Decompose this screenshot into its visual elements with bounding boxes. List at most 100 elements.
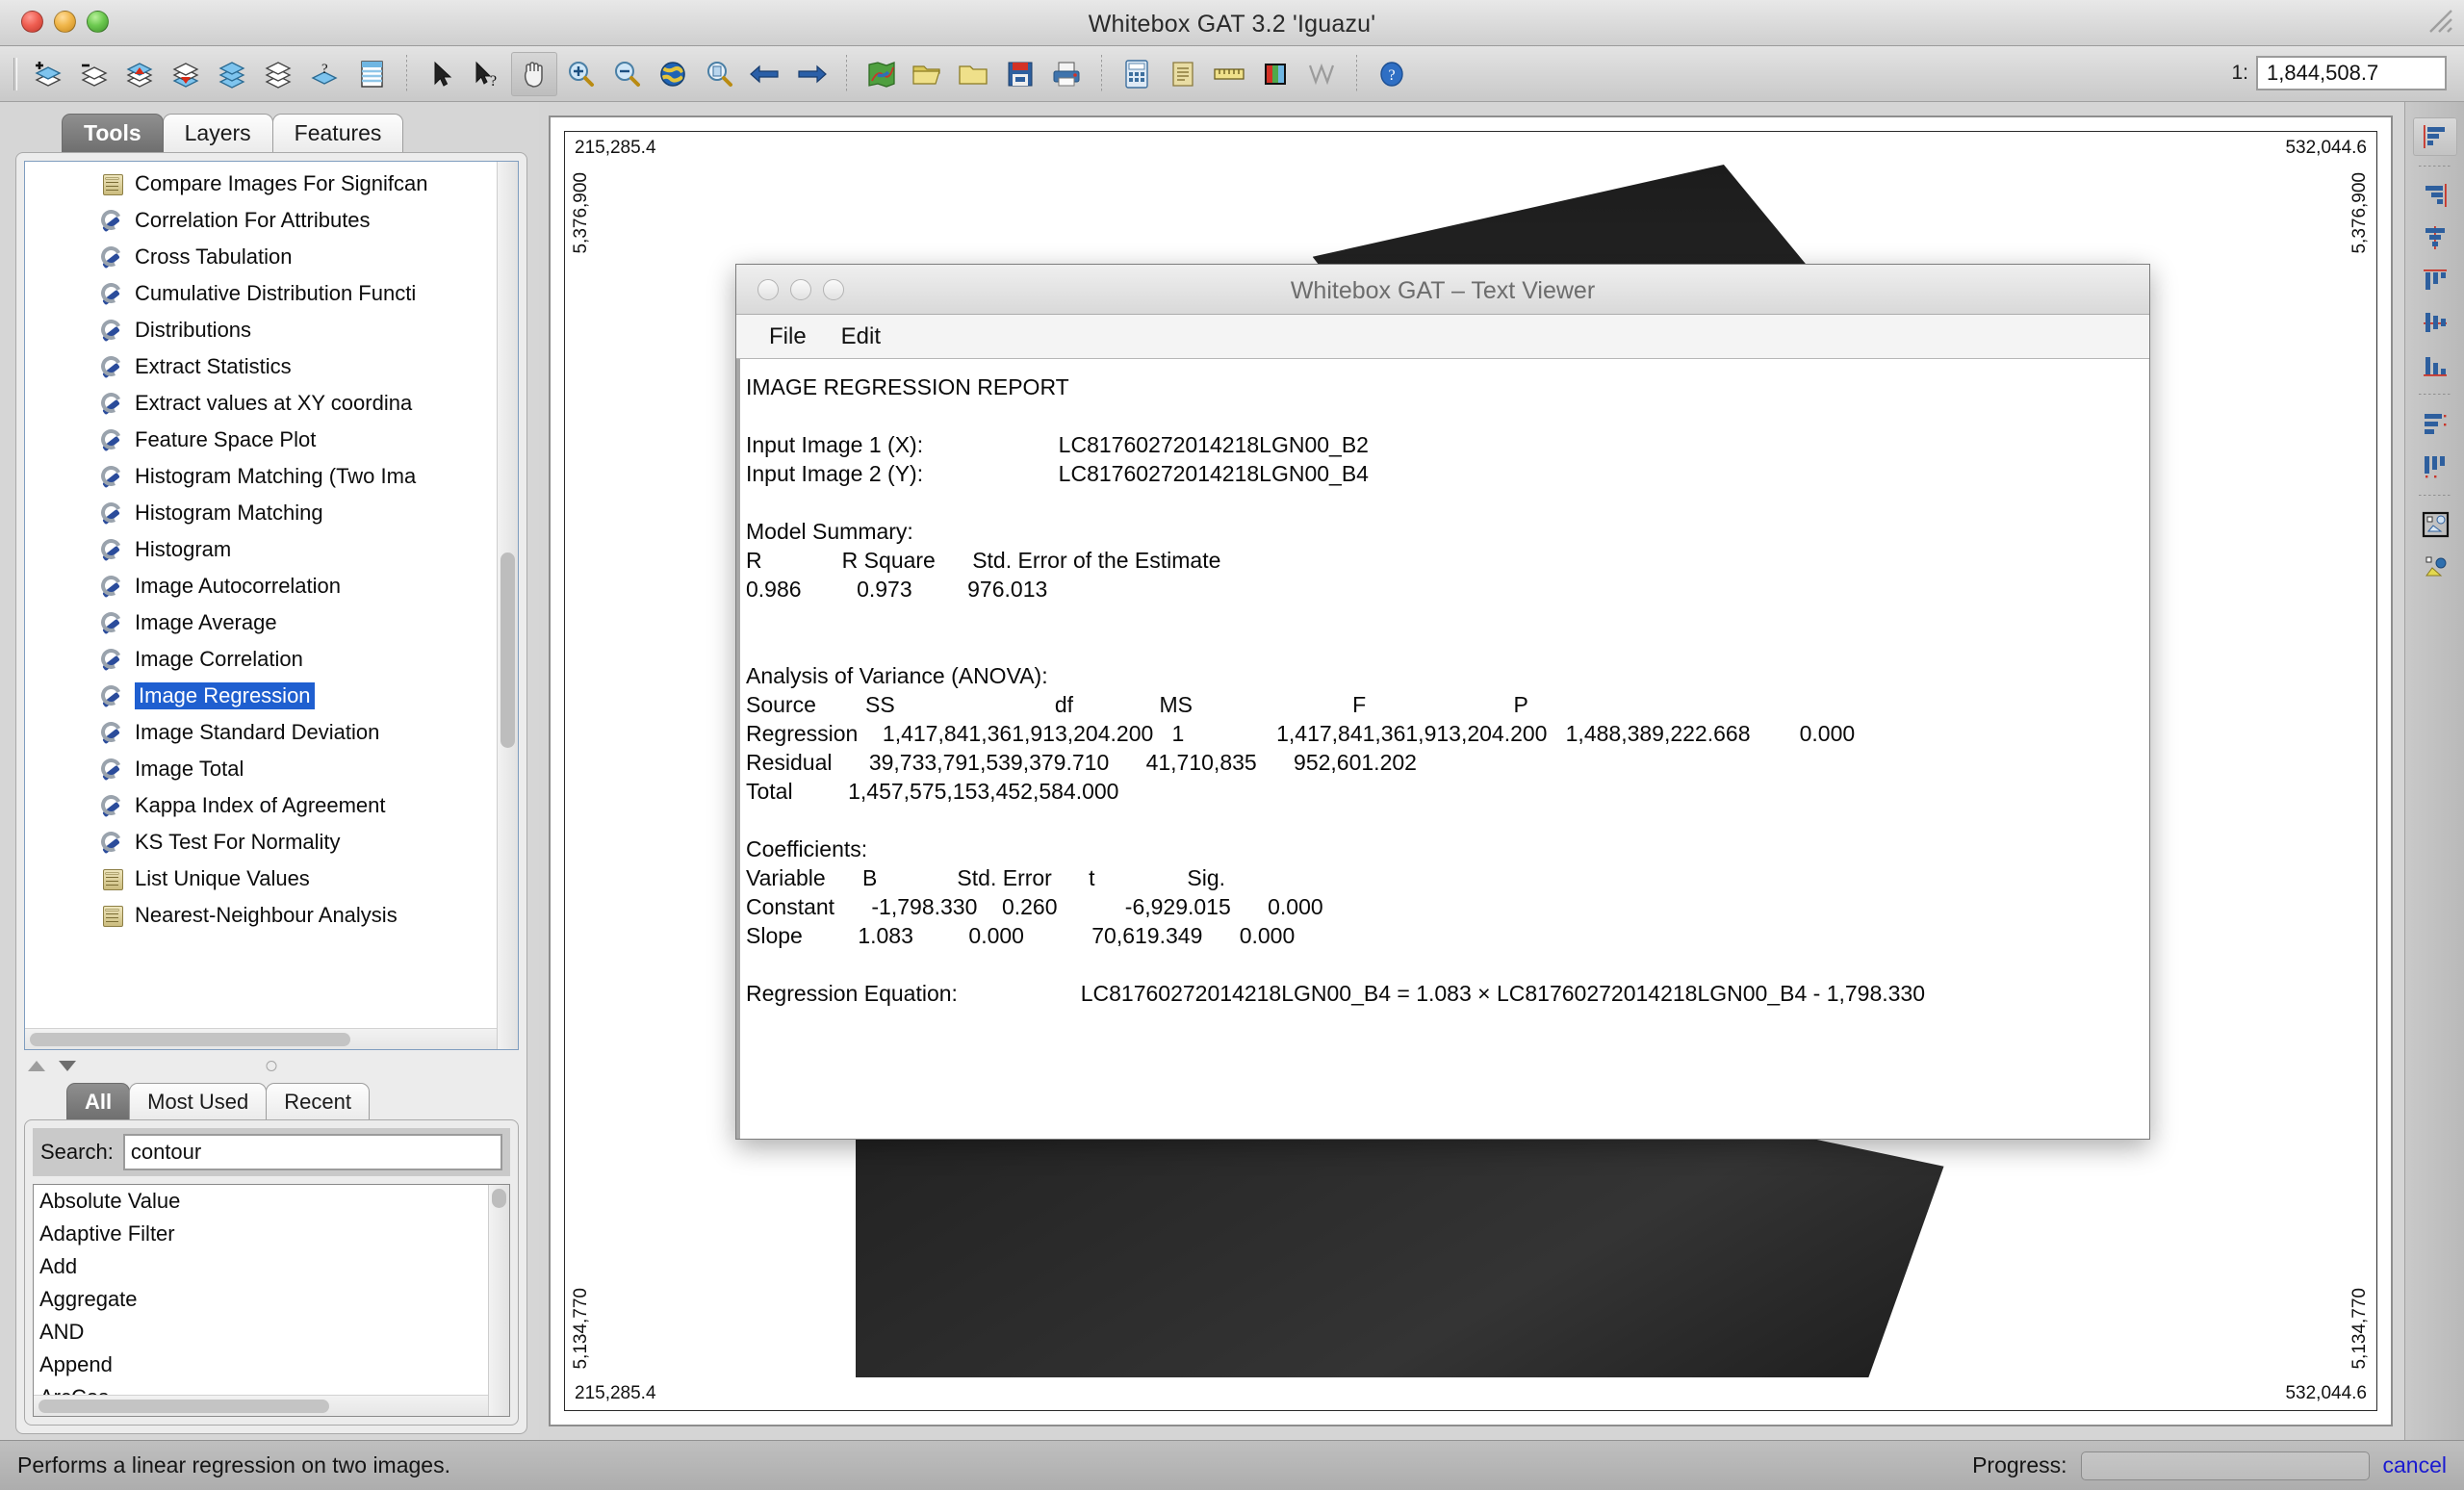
list-item[interactable]: List Unique Values bbox=[25, 861, 518, 897]
list-item[interactable]: Image Standard Deviation bbox=[25, 714, 518, 751]
align-center-horizontal-icon[interactable] bbox=[2413, 218, 2457, 257]
layer-properties-icon[interactable]: ? bbox=[302, 52, 348, 96]
measure-ruler-icon[interactable] bbox=[1206, 52, 1252, 96]
tool-list-vertical-scrollbar[interactable] bbox=[497, 162, 518, 1049]
toolbar-separator bbox=[1356, 54, 1357, 93]
folder-icon[interactable] bbox=[951, 52, 997, 96]
distribute-vertically-icon[interactable] bbox=[2413, 404, 2457, 443]
list-item[interactable]: Add bbox=[34, 1250, 509, 1283]
calculator-icon[interactable] bbox=[1114, 52, 1160, 96]
list-item[interactable]: Image Correlation bbox=[25, 641, 518, 678]
add-layer-icon[interactable] bbox=[25, 52, 71, 96]
list-item[interactable]: Compare Images For Signifcan bbox=[25, 166, 518, 202]
list-item[interactable]: Histogram bbox=[25, 531, 518, 568]
list-item[interactable]: Feature Space Plot bbox=[25, 422, 518, 458]
zoom-out-icon[interactable] bbox=[603, 52, 650, 96]
print-icon[interactable] bbox=[1043, 52, 1090, 96]
list-item[interactable]: Absolute Value bbox=[34, 1185, 509, 1218]
tab-features[interactable]: Features bbox=[271, 114, 404, 152]
tab-recent[interactable]: Recent bbox=[266, 1083, 370, 1119]
list-item[interactable]: Image Average bbox=[25, 604, 518, 641]
tool-label: List Unique Values bbox=[135, 866, 310, 890]
scrollbar-thumb[interactable] bbox=[492, 1189, 506, 1208]
tab-layers[interactable]: Layers bbox=[162, 114, 273, 152]
list-item[interactable]: Image Total bbox=[25, 751, 518, 787]
scrollbar-thumb[interactable] bbox=[500, 552, 515, 748]
tab-most-used[interactable]: Most Used bbox=[129, 1083, 268, 1119]
search-input[interactable]: contour bbox=[122, 1134, 502, 1170]
map-scale-control: 1: 1,844,508.7 bbox=[2231, 56, 2447, 90]
list-item[interactable]: Correlation For Attributes bbox=[25, 202, 518, 239]
zoom-to-layer-icon[interactable] bbox=[696, 52, 742, 96]
menu-file[interactable]: File bbox=[757, 321, 818, 352]
list-item[interactable]: Extract Statistics bbox=[25, 348, 518, 385]
map-coord-top-left: 215,285.4 bbox=[575, 138, 656, 158]
chart-icon[interactable] bbox=[1298, 52, 1345, 96]
align-right-icon[interactable] bbox=[2413, 176, 2457, 215]
cancel-button[interactable]: cancel bbox=[2383, 1452, 2447, 1478]
align-top-icon[interactable] bbox=[2413, 261, 2457, 299]
alignment-toolbar bbox=[2404, 102, 2464, 1440]
zoom-in-icon[interactable] bbox=[557, 52, 603, 96]
group-elements-icon[interactable] bbox=[2413, 505, 2457, 544]
progress-label: Progress: bbox=[1972, 1452, 2067, 1477]
results-horizontal-scrollbar[interactable] bbox=[34, 1395, 488, 1416]
scale-input[interactable]: 1,844,508.7 bbox=[2256, 56, 2447, 90]
list-item[interactable]: Distributions bbox=[25, 312, 518, 348]
list-item[interactable]: Extract values at XY coordina bbox=[25, 385, 518, 422]
hide-all-layers-icon[interactable] bbox=[256, 52, 302, 96]
list-item[interactable]: Adaptive Filter bbox=[34, 1218, 509, 1250]
open-folder-icon[interactable] bbox=[905, 52, 951, 96]
list-item[interactable]: Append bbox=[34, 1349, 509, 1381]
zoom-full-extent-globe-icon[interactable] bbox=[650, 52, 696, 96]
list-item[interactable]: Cross Tabulation bbox=[25, 239, 518, 275]
remove-layer-icon[interactable] bbox=[71, 52, 117, 96]
raise-layer-icon[interactable] bbox=[117, 52, 164, 96]
align-middle-icon[interactable] bbox=[2413, 303, 2457, 342]
list-item[interactable]: KS Test For Normality bbox=[25, 824, 518, 861]
scripting-scroll-icon[interactable] bbox=[1160, 52, 1206, 96]
scrollbar-thumb[interactable] bbox=[30, 1033, 351, 1046]
tab-tools[interactable]: Tools bbox=[62, 114, 164, 152]
align-bottom-icon[interactable] bbox=[2413, 346, 2457, 384]
toolbar-separator bbox=[406, 54, 407, 93]
dialog-text-area[interactable]: IMAGE REGRESSION REPORT Input Image 1 (X… bbox=[736, 359, 2149, 1139]
tool-label: Cumulative Distribution Functi bbox=[135, 281, 417, 305]
list-item[interactable]: Histogram Matching (Two Ima bbox=[25, 458, 518, 495]
attribute-table-icon[interactable] bbox=[348, 52, 395, 96]
list-item[interactable]: Cumulative Distribution Functi bbox=[25, 275, 518, 312]
list-item[interactable]: Kappa Index of Agreement bbox=[25, 787, 518, 824]
select-arrow-icon[interactable] bbox=[419, 52, 465, 96]
ungroup-elements-icon[interactable] bbox=[2413, 548, 2457, 586]
wrench-icon bbox=[100, 501, 125, 525]
collapse-up-icon[interactable] bbox=[28, 1060, 45, 1071]
tool-list-horizontal-scrollbar[interactable] bbox=[25, 1028, 497, 1049]
scrollbar-thumb[interactable] bbox=[38, 1400, 330, 1413]
next-extent-arrow-icon[interactable] bbox=[788, 52, 834, 96]
list-item[interactable]: Histogram Matching bbox=[25, 495, 518, 531]
list-item[interactable]: Nearest-Neighbour Analysis bbox=[25, 897, 518, 934]
list-item[interactable]: AND bbox=[34, 1316, 509, 1349]
collapse-down-icon[interactable] bbox=[59, 1060, 76, 1071]
pan-hand-icon[interactable] bbox=[511, 51, 557, 96]
select-info-icon[interactable]: ? bbox=[465, 52, 511, 96]
lower-layer-icon[interactable] bbox=[164, 52, 210, 96]
menu-edit[interactable]: Edit bbox=[830, 321, 892, 352]
new-map-icon[interactable] bbox=[859, 52, 905, 96]
results-vertical-scrollbar[interactable] bbox=[488, 1185, 509, 1416]
align-left-icon[interactable] bbox=[2412, 117, 2457, 156]
previous-extent-arrow-icon[interactable] bbox=[742, 52, 788, 96]
resize-corner-icon[interactable] bbox=[2427, 8, 2454, 35]
list-item[interactable]: Aggregate bbox=[34, 1283, 509, 1316]
save-floppy-icon[interactable] bbox=[997, 52, 1043, 96]
toolbar-grip[interactable] bbox=[13, 57, 17, 90]
show-all-layers-icon[interactable] bbox=[210, 52, 256, 96]
list-item[interactable]: Image Autocorrelation bbox=[25, 568, 518, 604]
distribute-horizontally-icon[interactable] bbox=[2413, 447, 2457, 485]
help-question-icon[interactable]: ? bbox=[1369, 52, 1415, 96]
left-panel: Tools Layers Features Compare Images For… bbox=[0, 102, 539, 1440]
palette-icon[interactable] bbox=[1252, 52, 1298, 96]
splitter-handle[interactable] bbox=[266, 1060, 277, 1071]
sidebar-item-image-regression[interactable]: Image Regression bbox=[25, 678, 518, 714]
tab-all[interactable]: All bbox=[66, 1083, 131, 1119]
